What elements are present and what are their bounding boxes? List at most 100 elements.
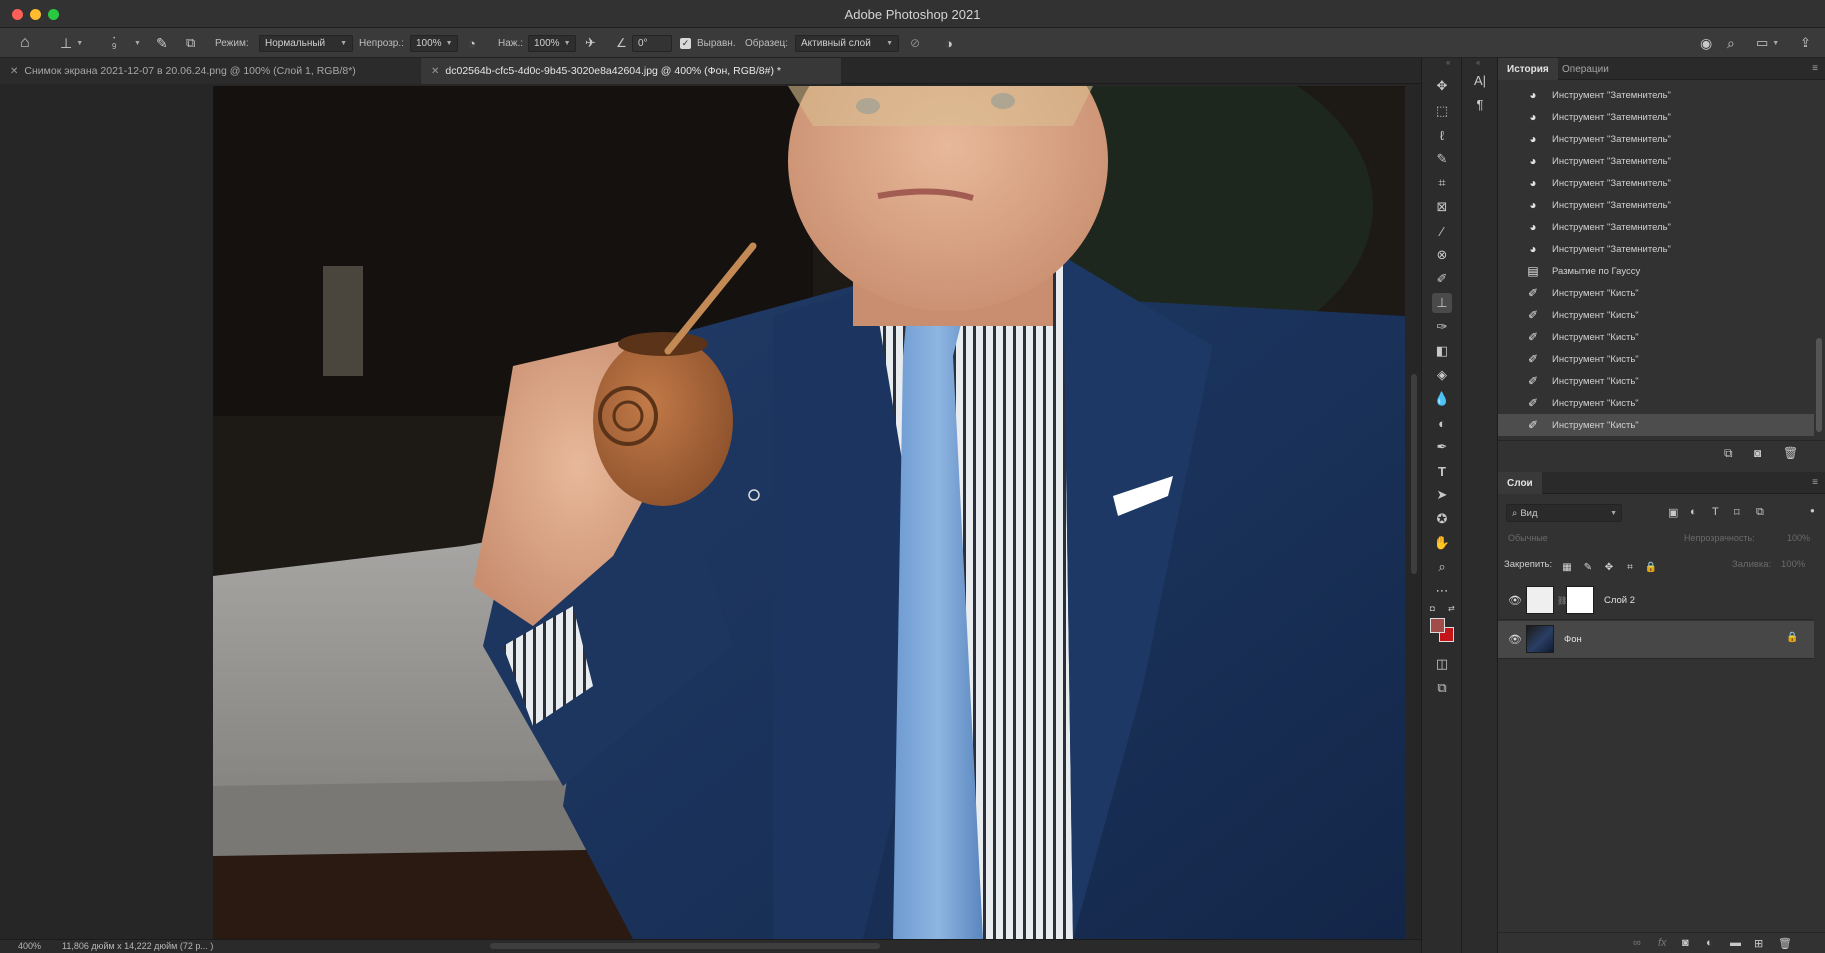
- new-group-icon[interactable]: ▬: [1730, 937, 1741, 949]
- trash-icon[interactable]: 🗑: [1783, 446, 1798, 460]
- history-item[interactable]: ◕ Инструмент "Затемнитель": [1498, 194, 1814, 216]
- history-item[interactable]: ✐ Инструмент "Кисть": [1498, 304, 1814, 326]
- brush-size-dropdown[interactable]: ▼: [130, 28, 141, 58]
- workspace-button[interactable]: ▭ ▼: [1756, 28, 1779, 58]
- zoom-level[interactable]: 400%: [18, 941, 41, 951]
- fill-value[interactable]: 100%: [1781, 559, 1805, 570]
- lock-all-icon[interactable]: 🔒: [1643, 559, 1659, 575]
- move-tool[interactable]: ✥: [1432, 76, 1452, 96]
- eyedropper-tool[interactable]: ⁄: [1432, 221, 1452, 241]
- history-item[interactable]: ✐ Инструмент "Кисть": [1498, 348, 1814, 370]
- paragraph-panel-button[interactable]: ¶: [1470, 94, 1490, 114]
- history-item[interactable]: ◕ Инструмент "Затемнитель": [1498, 238, 1814, 260]
- opacity-field[interactable]: 100% ▼: [410, 34, 458, 52]
- eraser-tool[interactable]: ◧: [1432, 341, 1452, 361]
- document-tab-1[interactable]: ✕ Снимок экрана 2021-12-07 в 20.06.24.pn…: [0, 58, 420, 84]
- pen-tool[interactable]: ✒: [1432, 437, 1452, 457]
- sample-select[interactable]: Активный слой ▼: [795, 34, 899, 52]
- learn-button[interactable]: ◉: [1700, 28, 1712, 58]
- layer-mask-thumbnail[interactable]: [1566, 586, 1594, 614]
- hand-tool[interactable]: ✋: [1432, 533, 1452, 553]
- history-item[interactable]: ◕ Инструмент "Затемнитель": [1498, 128, 1814, 150]
- adjustment-filter-icon[interactable]: ◐: [1690, 506, 1697, 518]
- collapse-icon[interactable]: «: [1476, 58, 1480, 67]
- link-layers-icon[interactable]: ∞: [1633, 937, 1641, 949]
- close-tab-icon[interactable]: ✕: [431, 66, 439, 77]
- marquee-tool[interactable]: ⬚: [1432, 101, 1452, 121]
- clone-source-toggle[interactable]: ⧉: [186, 28, 195, 58]
- history-item[interactable]: ◕ Инструмент "Затемнитель": [1498, 172, 1814, 194]
- history-item[interactable]: ✐ Инструмент "Кисть": [1498, 370, 1814, 392]
- smart-object-filter-icon[interactable]: ⧉: [1756, 506, 1764, 519]
- lock-artboard-icon[interactable]: ⌗: [1622, 559, 1638, 575]
- clone-stamp-tool[interactable]: ⊥: [1432, 293, 1452, 313]
- tab-history[interactable]: История: [1498, 58, 1558, 80]
- mode-select[interactable]: Нормальный ▼: [259, 34, 353, 52]
- lasso-tool[interactable]: ℓ: [1432, 125, 1452, 145]
- default-colors-icon[interactable]: ◘: [1430, 604, 1435, 613]
- home-button[interactable]: ⌂: [20, 28, 30, 58]
- panel-menu-icon[interactable]: ≡: [1812, 477, 1818, 488]
- paint-bucket-tool[interactable]: ◈: [1432, 365, 1452, 385]
- history-item[interactable]: ◕ Инструмент "Затемнитель": [1498, 84, 1814, 106]
- screen-mode-button[interactable]: ⧉: [1432, 678, 1452, 698]
- add-mask-icon[interactable]: ◙: [1682, 937, 1689, 949]
- ignore-adjustment-layers-toggle[interactable]: ⊘: [910, 28, 920, 58]
- snapshot-icon[interactable]: ◙: [1754, 446, 1761, 460]
- brush-tool[interactable]: ✐: [1432, 269, 1452, 289]
- fx-icon[interactable]: fx: [1658, 937, 1667, 949]
- new-layer-icon[interactable]: ⊞: [1754, 937, 1763, 950]
- zoom-tool[interactable]: ⌕: [1432, 557, 1452, 577]
- new-document-from-state-icon[interactable]: ⧉: [1724, 446, 1733, 461]
- lock-image-icon[interactable]: ✎: [1580, 559, 1596, 575]
- pressure-opacity-toggle[interactable]: ◔: [468, 28, 476, 58]
- history-item[interactable]: ✐ Инструмент "Кисть": [1498, 392, 1814, 414]
- adjustment-layer-icon[interactable]: ◐: [1706, 937, 1713, 949]
- type-filter-icon[interactable]: T: [1712, 506, 1719, 518]
- eye-icon[interactable]: 👁: [1508, 633, 1522, 646]
- search-button[interactable]: ⌕: [1727, 28, 1735, 58]
- history-brush-tool[interactable]: ✑: [1432, 317, 1452, 337]
- history-item[interactable]: ◕ Инструмент "Затемнитель": [1498, 106, 1814, 128]
- history-item[interactable]: ◕ Инструмент "Затемнитель": [1498, 150, 1814, 172]
- pressure-size-toggle[interactable]: ◑: [945, 28, 953, 58]
- brush-size-picker[interactable]: • 9: [112, 28, 116, 58]
- canvas-vertical-scrollbar[interactable]: [1408, 84, 1420, 939]
- blend-mode-select[interactable]: Обычные: [1508, 533, 1548, 543]
- close-tab-icon[interactable]: ✕: [10, 66, 18, 77]
- quick-select-tool[interactable]: ✎: [1432, 149, 1452, 169]
- airbrush-toggle[interactable]: ✈: [585, 28, 596, 58]
- history-item[interactable]: ◕ Инструмент "Затемнитель": [1498, 216, 1814, 238]
- tool-preset-picker[interactable]: ⊥ ▼: [60, 28, 83, 58]
- foreground-color-swatch[interactable]: [1430, 618, 1445, 633]
- layer-row-background[interactable]: 👁 Фон 🔒: [1498, 621, 1814, 659]
- edit-toolbar-button[interactable]: ⋯: [1432, 581, 1452, 601]
- angle-field[interactable]: 0°: [632, 34, 672, 52]
- history-scrollbar[interactable]: [1816, 338, 1822, 432]
- eye-icon[interactable]: 👁: [1508, 594, 1522, 607]
- color-swatches[interactable]: [1430, 618, 1456, 644]
- scroll-thumb[interactable]: [1411, 374, 1417, 574]
- blur-tool[interactable]: 💧: [1432, 389, 1452, 409]
- frame-tool[interactable]: ⊠: [1432, 197, 1452, 217]
- collapse-icon[interactable]: «: [1446, 58, 1450, 67]
- custom-shape-tool[interactable]: ✪: [1432, 509, 1452, 529]
- share-button[interactable]: ⇪: [1800, 28, 1811, 58]
- history-item[interactable]: ✐ Инструмент "Кисть": [1498, 282, 1814, 304]
- layer-opacity-value[interactable]: 100%: [1787, 533, 1810, 543]
- type-tool[interactable]: T: [1432, 461, 1452, 481]
- dodge-tool[interactable]: ◐: [1432, 413, 1452, 433]
- trash-icon[interactable]: 🗑: [1778, 937, 1792, 950]
- filter-toggle-icon[interactable]: ●: [1810, 506, 1815, 515]
- tab-layers[interactable]: Слои: [1498, 472, 1542, 494]
- shape-filter-icon[interactable]: ⌑: [1734, 506, 1740, 519]
- pixel-filter-icon[interactable]: ▣: [1668, 506, 1678, 519]
- layer-filter-select[interactable]: ⌕ Вид ▼: [1506, 504, 1622, 522]
- history-item[interactable]: ▤ Размытие по Гауссу: [1498, 260, 1814, 282]
- canvas-horizontal-scrollbar[interactable]: [490, 943, 880, 949]
- history-item[interactable]: ✐ Инструмент "Кисть": [1498, 414, 1814, 436]
- document-image[interactable]: [213, 86, 1405, 939]
- document-canvas[interactable]: [0, 84, 1421, 939]
- crop-tool[interactable]: ⌗: [1432, 173, 1452, 193]
- panel-menu-icon[interactable]: ≡: [1812, 63, 1818, 74]
